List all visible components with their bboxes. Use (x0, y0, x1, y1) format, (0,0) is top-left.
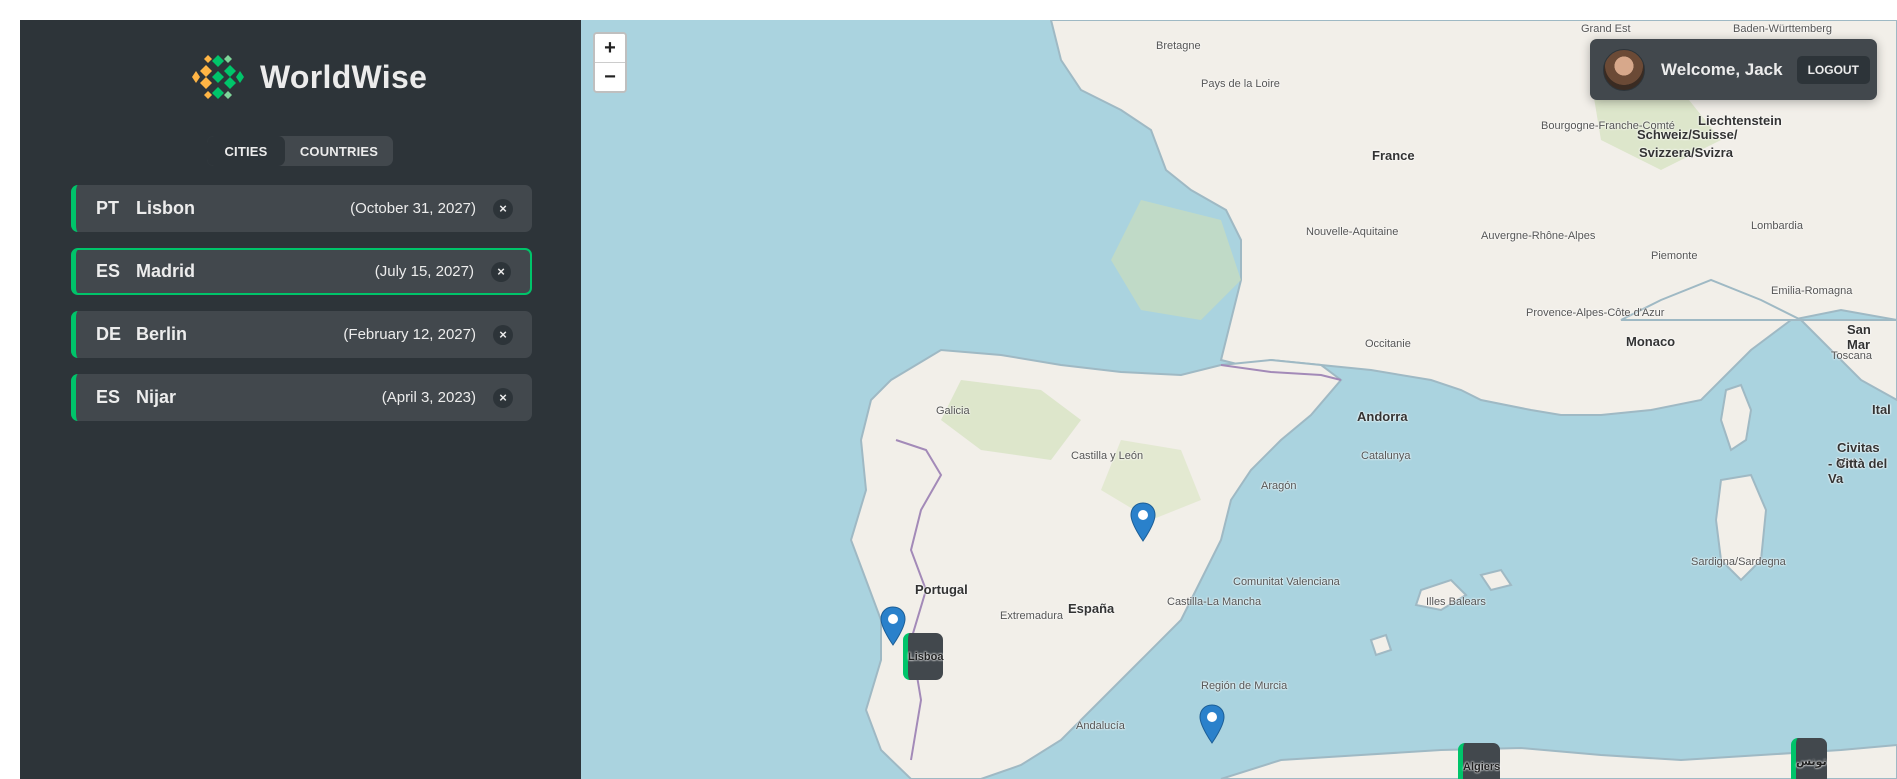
map-label-provence: Provence-Alpes-Côte d'Azur (1526, 307, 1665, 319)
tab-cities[interactable]: CITIES (207, 136, 285, 166)
map-pin-icon[interactable] (880, 606, 906, 646)
map-label-aragon: Aragón (1261, 480, 1297, 492)
map-label-lisboa: Lisboa (903, 633, 944, 680)
country-code: PT (96, 198, 120, 218)
city-item-berlin[interactable]: DE Berlin (February 12, 2027) × (71, 311, 532, 358)
map-label-ital: Ital (1872, 402, 1891, 417)
country-code: ES (96, 261, 121, 281)
map-label-nouvelle: Nouvelle-Aquitaine (1306, 226, 1399, 238)
map-label-portugal: Portugal (915, 582, 968, 597)
welcome-text: Welcome, Jack (1661, 59, 1783, 79)
map-label-emilia: Emilia-Romagna (1771, 285, 1853, 297)
map-label-bourgogne: Bourgogne-Franche-Comté (1541, 120, 1675, 132)
map-label-andorra: Andorra (1357, 409, 1408, 424)
map-label-extremadura: Extremadura (1000, 610, 1063, 622)
avatar (1603, 48, 1645, 91)
city-date: (October 31, 2027) (350, 200, 476, 217)
city-date: (February 12, 2027) (343, 326, 476, 343)
map-label-algiers: Algiers (1458, 743, 1501, 779)
city-name: Madrid (136, 261, 196, 281)
map-label-espana: España (1068, 601, 1115, 616)
map-label-occitanie: Occitanie (1365, 338, 1411, 350)
app-layout: WorldWise CITIES COUNTRIES PT Lisbon (Oc… (20, 20, 1897, 779)
user-panel: Welcome, Jack LOGOUT (1590, 39, 1877, 100)
zoom-control: + − (593, 32, 627, 93)
map-label-sardigna: Sardigna/Sardegna (1691, 556, 1786, 568)
map-label-andalucia: Andalucía (1076, 720, 1125, 732)
map-label-baden: Baden-Württemberg (1733, 23, 1833, 35)
map-label-san-mar: San Mar (1847, 322, 1871, 352)
map-label-lombardia: Lombardia (1751, 220, 1803, 232)
map-label-liechtenstein: Liechtenstein (1698, 113, 1782, 128)
city-name: Lisbon (136, 198, 195, 218)
city-list: PT Lisbon (October 31, 2027) × ES Madrid… (71, 185, 532, 437)
map-label-murcia: Región de Murcia (1201, 680, 1288, 692)
delete-city-button[interactable]: × (491, 261, 511, 282)
country-code: DE (96, 324, 122, 344)
map-label-svizzera: Svizzera/Svizra (1639, 145, 1733, 160)
sidebar: WorldWise CITIES COUNTRIES PT Lisbon (Oc… (20, 20, 581, 779)
country-code: ES (96, 387, 121, 407)
worldwise-logo-icon (192, 51, 244, 103)
map-label-bretagne: Bretagne (1156, 40, 1201, 52)
map-label-pays-loire: Pays de la Loire (1201, 78, 1280, 90)
city-date: (July 15, 2027) (374, 263, 474, 280)
delete-city-button[interactable]: × (493, 324, 513, 345)
zoom-out-button[interactable]: − (595, 62, 625, 91)
delete-city-button[interactable]: × (493, 387, 513, 408)
city-item-madrid[interactable]: ES Madrid (July 15, 2027) × (71, 248, 532, 295)
map-label-catalunya: Catalunya (1361, 450, 1411, 462)
tab-countries[interactable]: COUNTRIES (285, 136, 393, 166)
map-pin-icon[interactable] (1199, 704, 1225, 744)
map-label-citta: - Città del Va (1828, 456, 1888, 486)
logout-button[interactable]: LOGOUT (1796, 55, 1870, 84)
app-name: WorldWise (260, 58, 428, 95)
map-label-tunis: تونس (1791, 738, 1827, 779)
city-item-lisbon[interactable]: PT Lisbon (October 31, 2027) × (71, 185, 532, 232)
city-name: Berlin (136, 324, 188, 344)
city-name: Nijar (136, 387, 177, 407)
map-label-toscana: Toscana (1831, 350, 1872, 362)
tab-bar: CITIES COUNTRIES (207, 136, 393, 166)
map-label-valenciana: Comunitat Valenciana (1233, 576, 1340, 588)
map-label-castilla-mancha: Castilla-La Mancha (1167, 596, 1262, 608)
map-label-france: France (1372, 148, 1415, 163)
city-date: (April 3, 2023) (381, 389, 476, 406)
map-container[interactable]: + − France Portugal España Andorra Monac… (581, 20, 1897, 779)
zoom-in-button[interactable]: + (595, 34, 625, 62)
map-label-auvergne: Auvergne-Rhône-Alpes (1481, 230, 1596, 242)
map-label-illes: Illes Balears (1426, 596, 1486, 608)
map-label-piemonte: Piemonte (1651, 250, 1698, 262)
logo[interactable]: WorldWise (190, 49, 427, 105)
delete-city-button[interactable]: × (493, 198, 513, 219)
city-item-nijar[interactable]: ES Nijar (April 3, 2023) × (71, 374, 532, 421)
map-label-castilla-leon: Castilla y León (1071, 450, 1144, 462)
map-label-monaco: Monaco (1626, 334, 1676, 349)
map-pin-icon[interactable] (1130, 502, 1156, 542)
map-label-galicia: Galicia (936, 405, 970, 417)
map-label-grand-est: Grand Est (1581, 23, 1631, 35)
